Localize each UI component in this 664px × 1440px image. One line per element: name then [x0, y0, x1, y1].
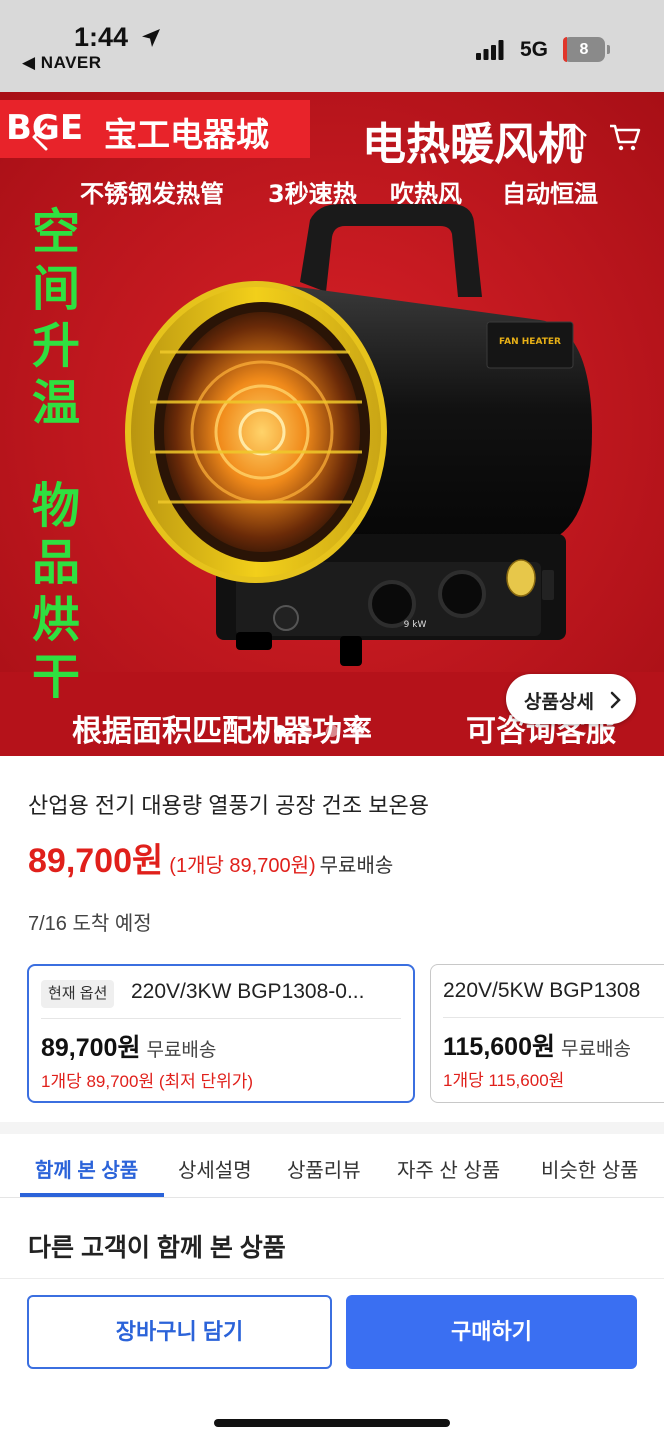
signal-bars-icon	[476, 40, 504, 60]
back-chevron-icon[interactable]	[28, 122, 52, 152]
network-type: 5G	[520, 38, 549, 61]
status-bar: 1:44 ◀ NAVER 5G 8	[0, 0, 664, 92]
heater-power: 9 kW	[404, 620, 427, 630]
tab-viewed-together[interactable]: 함께 본 상품	[35, 1154, 138, 1183]
shipping-info: 무료배송	[319, 855, 394, 877]
buy-now-label: 구매하기	[451, 1319, 532, 1344]
option-unit-price: 1개당 89,700원 (최저 단위가)	[41, 1072, 254, 1091]
option-price: 115,600원	[443, 1033, 555, 1061]
arrival-estimate: 7/16 도착 예정	[28, 913, 152, 935]
carousel-dot	[274, 725, 286, 737]
carousel-indicator	[274, 725, 364, 737]
current-option-badge: 현재 옵션	[41, 980, 115, 1008]
home-indicator[interactable]	[214, 1419, 450, 1427]
battery-percent: 8	[579, 41, 589, 58]
tab-similar-products[interactable]: 비슷한 상품	[541, 1154, 639, 1183]
option-name: 220V/5KW BGP1308	[443, 979, 641, 1002]
buy-now-button[interactable]: 구매하기	[346, 1295, 637, 1369]
location-arrow-icon	[142, 29, 160, 47]
status-time: 1:44	[74, 22, 129, 52]
tab-bar: 함께 본 상품 상세설명 상품리뷰 자주 산 상품 비슷한 상품	[0, 1134, 664, 1198]
add-to-cart-button[interactable]: 장바구니 담기	[27, 1295, 332, 1369]
price-row: 89,700원 (1개당 89,700원) 무료배송	[28, 833, 393, 880]
section-title: 다른 고객이 함께 본 상품	[28, 1234, 286, 1262]
option-card[interactable]: 220V/5KW BGP1308 115,600원 무료배송 1개당 115,60…	[430, 964, 664, 1103]
tab-reviews[interactable]: 상품리뷰	[287, 1154, 361, 1183]
option-price-row: 89,700원 무료배송	[41, 1028, 216, 1064]
option-card-current[interactable]: 현재 옵션 220V/3KW BGP1308-0... 89,700원 무료배송 …	[27, 964, 415, 1103]
product-detail-button[interactable]: 상품상세	[506, 674, 636, 724]
tab-frequently-bought[interactable]: 자주 산 상품	[397, 1154, 500, 1183]
product-image-carousel[interactable]: BGE 宝工电器城 电热暖风机 不锈钢发热管 3秒速热 吹热风 自动恒温 空间升…	[0, 92, 664, 756]
option-shipping: 무료배송	[561, 1039, 631, 1060]
product-title: 산업용 전기 대용량 열풍기 공장 건조 보온용	[28, 793, 429, 818]
bottom-action-bar: 장바구니 담기 구매하기	[0, 1278, 664, 1440]
carousel-dot	[326, 725, 338, 737]
app-root: 1:44 ◀ NAVER 5G 8 BGE 宝工电器城 电热暖风机 不锈钢发热管…	[0, 0, 664, 1440]
product-detail-label: 상품상세	[524, 692, 594, 713]
tab-description[interactable]: 상세설명	[178, 1154, 252, 1183]
add-to-cart-label: 장바구니 담기	[115, 1319, 244, 1344]
heater-illustration: FAN HEATER 9 kW	[125, 204, 592, 666]
option-price-row: 115,600원 무료배송	[443, 1027, 631, 1063]
unit-price: (1개당 89,700원)	[169, 855, 316, 877]
option-name: 220V/3KW BGP1308-0...	[131, 980, 365, 1003]
option-shipping: 무료배송	[146, 1040, 217, 1061]
option-divider	[41, 1018, 401, 1019]
product-price: 89,700원	[28, 842, 164, 880]
section-gap	[0, 1122, 664, 1134]
home-icon[interactable]	[560, 122, 590, 152]
carousel-dot	[352, 725, 364, 737]
chevron-right-icon	[610, 691, 621, 709]
battery-tip	[607, 45, 610, 54]
active-tab-indicator	[20, 1193, 164, 1197]
cart-icon[interactable]	[608, 122, 642, 152]
heater-label: FAN HEATER	[499, 337, 561, 347]
back-to-naver-link[interactable]: ◀ NAVER	[22, 53, 102, 73]
option-unit-price: 1개당 115,600원	[443, 1071, 565, 1090]
option-divider	[443, 1017, 664, 1018]
option-price: 89,700원	[41, 1034, 141, 1062]
battery-icon: 8	[563, 37, 605, 62]
carousel-dot	[300, 725, 312, 737]
